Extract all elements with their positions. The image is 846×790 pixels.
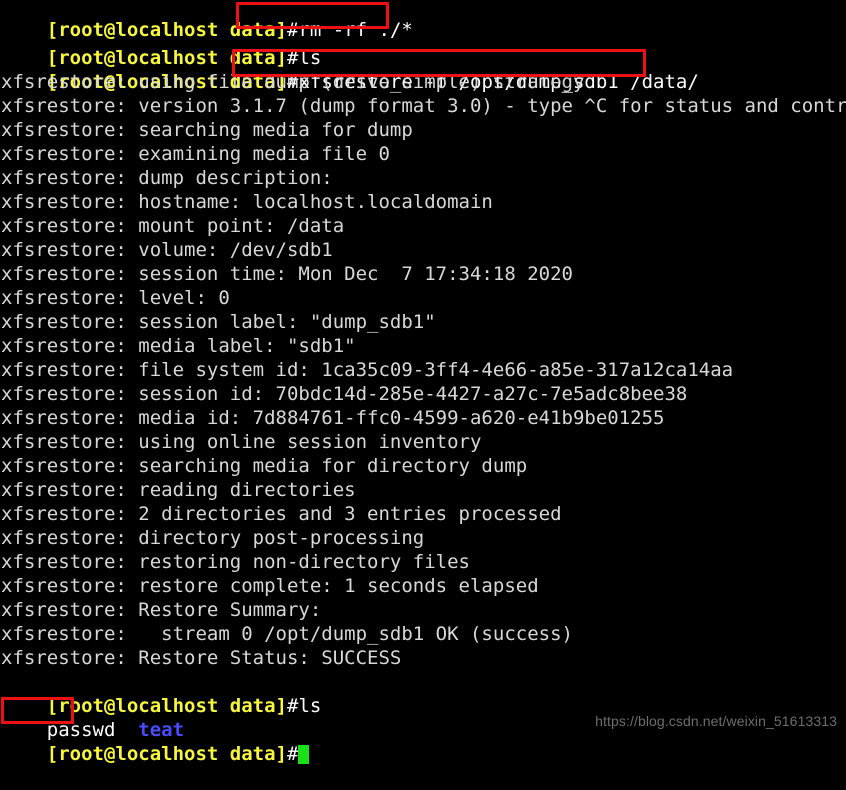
- terminal-line-output: xfsrestore: session label: "dump_sdb1": [1, 311, 436, 333]
- terminal-window[interactable]: [root@localhost data]#rm -rf ./* [root@l…: [0, 0, 846, 765]
- terminal-line-output: xfsrestore: restoring non-directory file…: [1, 551, 470, 573]
- watermark-text: https://blog.csdn.net/weixin_51613313: [595, 713, 837, 729]
- terminal-line-output: xfsrestore: directory post-processing: [1, 527, 425, 549]
- terminal-line-output: xfsrestore: version 3.1.7 (dump format 3…: [1, 95, 846, 117]
- terminal-line-output: xfsrestore: searching media for dump: [1, 119, 413, 141]
- terminal-line-output: xfsrestore: reading directories: [1, 479, 356, 501]
- terminal-line-command: [root@localhost data]#ls: [0, 670, 846, 717]
- terminal-line-output: xfsrestore: hostname: localhost.localdom…: [1, 191, 493, 213]
- terminal-line-output: xfsrestore: using online session invento…: [1, 431, 482, 453]
- terminal-line-output: xfsrestore: Restore Status: SUCCESS: [1, 647, 402, 669]
- terminal-line-output: xfsrestore: 2 directories and 3 entries …: [1, 503, 562, 525]
- text-cursor: [298, 745, 310, 764]
- terminal-line-output: xfsrestore: Restore Summary:: [1, 599, 322, 621]
- terminal-line-output: xfsrestore: level: 0: [1, 287, 230, 309]
- terminal-line-command: [root@localhost data]#xfsrestore -f /opt…: [0, 46, 846, 93]
- terminal-line-output: xfsrestore: restore complete: 1 seconds …: [1, 575, 539, 597]
- terminal-line-output: xfsrestore: searching media for director…: [1, 455, 528, 477]
- terminal-line-output: xfsrestore: media label: "sdb1": [1, 335, 356, 357]
- terminal-line-output: xfsrestore: session time: Mon Dec 7 17:3…: [1, 263, 573, 285]
- prompt-symbol: #: [286, 743, 299, 765]
- terminal-line-output: xfsrestore: dump description:: [1, 167, 333, 189]
- terminal-line-output: xfsrestore: examining media file 0: [1, 143, 390, 165]
- terminal-line-output: xfsrestore: using file dump (drive_simpl…: [1, 71, 585, 93]
- terminal-line-output: xfsrestore: media id: 7d884761-ffc0-4599…: [1, 407, 665, 429]
- terminal-line-output: xfsrestore: stream 0 /opt/dump_sdb1 OK (…: [1, 623, 573, 645]
- terminal-line-output: xfsrestore: session id: 70bdc14d-285e-44…: [1, 383, 688, 405]
- terminal-line-output: xfsrestore: volume: /dev/sdb1: [1, 239, 333, 261]
- shell-prompt: [root@localhost data]: [46, 743, 287, 765]
- terminal-line-output: xfsrestore: file system id: 1ca35c09-3ff…: [1, 359, 734, 381]
- terminal-line-command: [root@localhost data]#ls: [0, 22, 846, 69]
- terminal-line-output: xfsrestore: mount point: /data: [1, 215, 345, 237]
- terminal-line-command: [root@localhost data]#rm -rf ./*: [0, 0, 846, 40]
